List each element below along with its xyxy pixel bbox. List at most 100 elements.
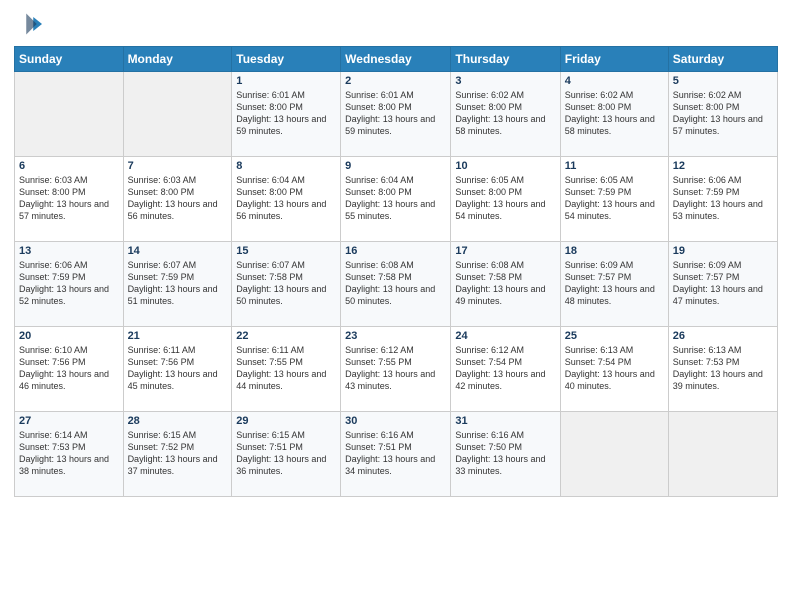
page: SundayMondayTuesdayWednesdayThursdayFrid…	[0, 0, 792, 612]
calendar-cell: 26 Sunrise: 6:13 AMSunset: 7:53 PMDayligh…	[668, 327, 777, 412]
cell-content: Sunrise: 6:12 AMSunset: 7:54 PMDaylight:…	[455, 344, 555, 393]
day-number: 1	[236, 75, 336, 87]
calendar-cell: 18Sunrise: 6:09 AMSunset: 7:57 PMDayligh…	[560, 242, 668, 327]
calendar-cell	[560, 412, 668, 497]
calendar-cell: 16 Sunrise: 6:08 AMSunset: 7:58 PMDayligh…	[341, 242, 451, 327]
calendar-cell: 9 Sunrise: 6:04 AMSunset: 8:00 PMDaylight…	[341, 157, 451, 242]
day-number: 27	[19, 415, 119, 427]
day-number: 24	[455, 330, 555, 342]
logo-icon	[14, 10, 42, 38]
calendar-cell: 15 Sunrise: 6:07 AMSunset: 7:58 PMDayligh…	[232, 242, 341, 327]
day-number: 16	[345, 245, 446, 257]
logo	[14, 10, 46, 38]
day-header-friday: Friday	[560, 47, 668, 72]
calendar-cell: 7 Sunrise: 6:03 AMSunset: 8:00 PMDaylight…	[123, 157, 232, 242]
calendar-cell: 19 Sunrise: 6:09 AMSunset: 7:57 PMDayligh…	[668, 242, 777, 327]
calendar-table: SundayMondayTuesdayWednesdayThursdayFrid…	[14, 46, 778, 497]
day-number: 22	[236, 330, 336, 342]
calendar-cell: 2 Sunrise: 6:01 AMSunset: 8:00 PMDaylight…	[341, 72, 451, 157]
day-number: 15	[236, 245, 336, 257]
cell-content: Sunrise: 6:02 AMSunset: 8:00 PMDaylight:…	[455, 89, 555, 138]
cell-content: Sunrise: 6:07 AMSunset: 7:58 PMDaylight:…	[236, 259, 336, 308]
day-header-monday: Monday	[123, 47, 232, 72]
day-number: 10	[455, 160, 555, 172]
day-number: 29	[236, 415, 336, 427]
calendar-cell: 8 Sunrise: 6:04 AMSunset: 8:00 PMDaylight…	[232, 157, 341, 242]
cell-content: Sunrise: 6:08 AMSunset: 7:58 PMDaylight:…	[345, 259, 446, 308]
day-number: 8	[236, 160, 336, 172]
day-number: 7	[128, 160, 228, 172]
calendar-cell: 23 Sunrise: 6:12 AMSunset: 7:55 PMDayligh…	[341, 327, 451, 412]
cell-content: Sunrise: 6:04 AMSunset: 8:00 PMDaylight:…	[236, 174, 336, 223]
cell-content: Sunrise: 6:14 AMSunset: 7:53 PMDaylight:…	[19, 429, 119, 478]
day-number: 30	[345, 415, 446, 427]
calendar-cell: 4 Sunrise: 6:02 AMSunset: 8:00 PMDaylight…	[560, 72, 668, 157]
day-header-wednesday: Wednesday	[341, 47, 451, 72]
day-number: 6	[19, 160, 119, 172]
day-number: 25	[565, 330, 664, 342]
cell-content: Sunrise: 6:13 AMSunset: 7:54 PMDaylight:…	[565, 344, 664, 393]
week-row-5: 27 Sunrise: 6:14 AMSunset: 7:53 PMDayligh…	[15, 412, 778, 497]
cell-content: Sunrise: 6:11 AMSunset: 7:56 PMDaylight:…	[128, 344, 228, 393]
day-number: 17	[455, 245, 555, 257]
cell-content: Sunrise: 6:16 AMSunset: 7:50 PMDaylight:…	[455, 429, 555, 478]
cell-content: Sunrise: 6:07 AMSunset: 7:59 PMDaylight:…	[128, 259, 228, 308]
calendar-cell: 12 Sunrise: 6:06 AMSunset: 7:59 PMDayligh…	[668, 157, 777, 242]
day-number: 2	[345, 75, 446, 87]
calendar-cell: 27 Sunrise: 6:14 AMSunset: 7:53 PMDayligh…	[15, 412, 124, 497]
day-header-thursday: Thursday	[451, 47, 560, 72]
day-number: 19	[673, 245, 773, 257]
calendar-cell: 31Sunrise: 6:16 AMSunset: 7:50 PMDayligh…	[451, 412, 560, 497]
calendar-cell: 10 Sunrise: 6:05 AMSunset: 8:00 PMDayligh…	[451, 157, 560, 242]
calendar-cell: 20Sunrise: 6:10 AMSunset: 7:56 PMDayligh…	[15, 327, 124, 412]
calendar-cell: 28 Sunrise: 6:15 AMSunset: 7:52 PMDayligh…	[123, 412, 232, 497]
cell-content: Sunrise: 6:06 AMSunset: 7:59 PMDaylight:…	[673, 174, 773, 223]
day-number: 9	[345, 160, 446, 172]
day-number: 28	[128, 415, 228, 427]
calendar-cell: 25 Sunrise: 6:13 AMSunset: 7:54 PMDayligh…	[560, 327, 668, 412]
day-number: 12	[673, 160, 773, 172]
calendar-cell: 3 Sunrise: 6:02 AMSunset: 8:00 PMDaylight…	[451, 72, 560, 157]
day-number: 26	[673, 330, 773, 342]
day-number: 13	[19, 245, 119, 257]
cell-content: Sunrise: 6:12 AMSunset: 7:55 PMDaylight:…	[345, 344, 446, 393]
calendar-cell: 1 Sunrise: 6:01 AMSunset: 8:00 PMDaylight…	[232, 72, 341, 157]
cell-content: Sunrise: 6:05 AMSunset: 8:00 PMDaylight:…	[455, 174, 555, 223]
day-number: 5	[673, 75, 773, 87]
cell-content: Sunrise: 6:09 AMSunset: 7:57 PMDaylight:…	[673, 259, 773, 308]
week-row-3: 13Sunrise: 6:06 AMSunset: 7:59 PMDayligh…	[15, 242, 778, 327]
cell-content: Sunrise: 6:13 AMSunset: 7:53 PMDaylight:…	[673, 344, 773, 393]
calendar-cell: 11Sunrise: 6:05 AMSunset: 7:59 PMDayligh…	[560, 157, 668, 242]
cell-content: Sunrise: 6:04 AMSunset: 8:00 PMDaylight:…	[345, 174, 446, 223]
cell-content: Sunrise: 6:09 AMSunset: 7:57 PMDaylight:…	[565, 259, 664, 308]
week-row-2: 6 Sunrise: 6:03 AMSunset: 8:00 PMDaylight…	[15, 157, 778, 242]
cell-content: Sunrise: 6:03 AMSunset: 8:00 PMDaylight:…	[128, 174, 228, 223]
week-row-1: 1 Sunrise: 6:01 AMSunset: 8:00 PMDaylight…	[15, 72, 778, 157]
day-header-saturday: Saturday	[668, 47, 777, 72]
cell-content: Sunrise: 6:01 AMSunset: 8:00 PMDaylight:…	[345, 89, 446, 138]
week-row-4: 20Sunrise: 6:10 AMSunset: 7:56 PMDayligh…	[15, 327, 778, 412]
calendar-cell	[15, 72, 124, 157]
calendar-cell: 17 Sunrise: 6:08 AMSunset: 7:58 PMDayligh…	[451, 242, 560, 327]
day-number: 4	[565, 75, 664, 87]
cell-content: Sunrise: 6:08 AMSunset: 7:58 PMDaylight:…	[455, 259, 555, 308]
cell-content: Sunrise: 6:15 AMSunset: 7:52 PMDaylight:…	[128, 429, 228, 478]
calendar-cell: 29 Sunrise: 6:15 AMSunset: 7:51 PMDayligh…	[232, 412, 341, 497]
day-number: 23	[345, 330, 446, 342]
cell-content: Sunrise: 6:01 AMSunset: 8:00 PMDaylight:…	[236, 89, 336, 138]
header-row: SundayMondayTuesdayWednesdayThursdayFrid…	[15, 47, 778, 72]
cell-content: Sunrise: 6:11 AMSunset: 7:55 PMDaylight:…	[236, 344, 336, 393]
calendar-cell	[668, 412, 777, 497]
cell-content: Sunrise: 6:02 AMSunset: 8:00 PMDaylight:…	[673, 89, 773, 138]
header	[14, 10, 778, 38]
day-header-tuesday: Tuesday	[232, 47, 341, 72]
cell-content: Sunrise: 6:02 AMSunset: 8:00 PMDaylight:…	[565, 89, 664, 138]
calendar-cell: 5 Sunrise: 6:02 AMSunset: 8:00 PMDaylight…	[668, 72, 777, 157]
cell-content: Sunrise: 6:16 AMSunset: 7:51 PMDaylight:…	[345, 429, 446, 478]
calendar-cell: 30 Sunrise: 6:16 AMSunset: 7:51 PMDayligh…	[341, 412, 451, 497]
day-number: 21	[128, 330, 228, 342]
cell-content: Sunrise: 6:15 AMSunset: 7:51 PMDaylight:…	[236, 429, 336, 478]
day-number: 20	[19, 330, 119, 342]
calendar-cell: 24 Sunrise: 6:12 AMSunset: 7:54 PMDayligh…	[451, 327, 560, 412]
day-number: 3	[455, 75, 555, 87]
